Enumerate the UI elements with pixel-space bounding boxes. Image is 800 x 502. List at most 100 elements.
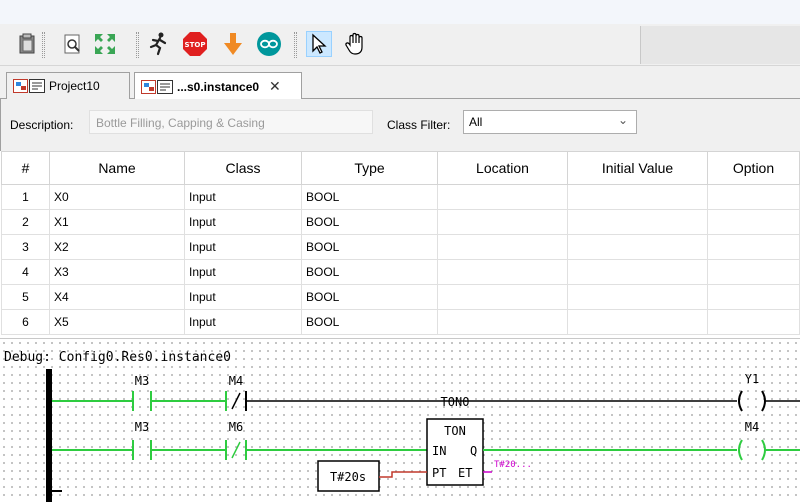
variable-class[interactable]: Input xyxy=(184,184,302,210)
toolbar-separator xyxy=(294,32,297,58)
variable-option[interactable] xyxy=(707,309,800,335)
variable-type[interactable]: BOOL xyxy=(301,184,438,210)
fullscreen-icon[interactable] xyxy=(92,31,118,57)
variable-name[interactable]: X0 xyxy=(49,184,185,210)
contact-m3-label: M3 xyxy=(135,420,149,434)
table-row[interactable]: 1 X0 Input BOOL xyxy=(1,184,800,210)
block-input-pt: PT xyxy=(432,466,446,480)
clipboard-icon[interactable] xyxy=(14,31,40,57)
variable-location[interactable] xyxy=(437,309,568,335)
table-row[interactable]: 6 X5 Input BOOL xyxy=(1,309,800,335)
row-number: 5 xyxy=(1,284,50,310)
variable-type[interactable]: BOOL xyxy=(301,234,438,260)
variable-location[interactable] xyxy=(437,209,568,235)
contact-m4-label: M4 xyxy=(229,374,243,388)
ladder-diagram[interactable]: Debug: Config0.Res0.instance0 M3 M4 TON0… xyxy=(0,338,800,502)
table-row[interactable]: 4 X3 Input BOOL xyxy=(1,259,800,285)
variable-location[interactable] xyxy=(437,259,568,285)
variable-type[interactable]: BOOL xyxy=(301,309,438,335)
download-icon[interactable] xyxy=(220,31,246,57)
contact-m3[interactable] xyxy=(132,440,152,460)
variable-option[interactable] xyxy=(707,209,800,235)
variable-initial-value[interactable] xyxy=(567,234,708,260)
column-header-initial-value[interactable]: Initial Value xyxy=(567,151,708,185)
program-icon xyxy=(141,79,173,94)
block-output-q: Q xyxy=(470,444,477,458)
arduino-icon[interactable] xyxy=(256,31,282,57)
variable-name[interactable]: X2 xyxy=(49,234,185,260)
column-header-type[interactable]: Type xyxy=(301,151,438,185)
tab-instance[interactable]: ...s0.instance0 ✕ xyxy=(134,72,302,100)
variable-location[interactable] xyxy=(437,234,568,260)
variable-initial-value[interactable] xyxy=(567,259,708,285)
contact-m6-negated[interactable] xyxy=(225,440,247,460)
timer-instance-label: TON0 xyxy=(441,395,470,409)
variable-location[interactable] xyxy=(437,284,568,310)
variable-class[interactable]: Input xyxy=(184,234,302,260)
variable-initial-value[interactable] xyxy=(567,284,708,310)
row-number: 2 xyxy=(1,209,50,235)
contact-m6-label: M6 xyxy=(229,420,243,434)
description-label: Description: xyxy=(10,118,74,132)
debug-label: Debug: Config0.Res0.instance0 xyxy=(4,350,231,365)
variable-option[interactable] xyxy=(707,184,800,210)
table-row[interactable]: 2 X1 Input BOOL xyxy=(1,209,800,235)
variable-class[interactable]: Input xyxy=(184,284,302,310)
hand-icon[interactable] xyxy=(342,31,368,57)
toolbar: STOP xyxy=(0,24,800,66)
column-header-option[interactable]: Option xyxy=(707,151,800,185)
left-power-rail xyxy=(46,369,52,502)
variable-location[interactable] xyxy=(437,184,568,210)
variable-class[interactable]: Input xyxy=(184,259,302,285)
table-row[interactable]: 5 X4 Input BOOL xyxy=(1,284,800,310)
close-icon[interactable]: ✕ xyxy=(269,78,281,95)
row-number: 6 xyxy=(1,309,50,335)
class-filter-select[interactable]: All ⌄ xyxy=(463,110,637,134)
column-header-number[interactable]: # xyxy=(1,151,50,185)
run-icon[interactable] xyxy=(146,31,172,57)
print-preview-icon[interactable] xyxy=(60,31,86,57)
coil-m4-label: M4 xyxy=(745,420,759,434)
block-type: TON xyxy=(444,424,466,438)
variable-type[interactable]: BOOL xyxy=(301,259,438,285)
row-number: 1 xyxy=(1,184,50,210)
variable-initial-value[interactable] xyxy=(567,184,708,210)
preset-value: T#20s xyxy=(330,470,366,484)
coil-y1[interactable] xyxy=(738,390,766,412)
variable-name[interactable]: X4 xyxy=(49,284,185,310)
toolbar-empty-area xyxy=(640,26,800,64)
variable-type[interactable]: BOOL xyxy=(301,284,438,310)
description-field[interactable]: Bottle Filling, Capping & Casing xyxy=(89,110,373,134)
variable-name[interactable]: X5 xyxy=(49,309,185,335)
column-header-location[interactable]: Location xyxy=(437,151,568,185)
variable-option[interactable] xyxy=(707,234,800,260)
class-filter-value: All xyxy=(469,115,483,129)
block-output-et: ET xyxy=(458,466,472,480)
stop-icon[interactable]: STOP xyxy=(182,31,208,57)
svg-text:STOP: STOP xyxy=(185,41,206,49)
table-row[interactable]: 3 X2 Input BOOL xyxy=(1,234,800,260)
variable-name[interactable]: X3 xyxy=(49,259,185,285)
tab-project[interactable]: Project10 xyxy=(6,72,130,99)
variable-type[interactable]: BOOL xyxy=(301,209,438,235)
editor-tabs: Project10 ...s0.instance0 ✕ xyxy=(0,66,800,100)
variable-initial-value[interactable] xyxy=(567,309,708,335)
variable-option[interactable] xyxy=(707,284,800,310)
tab-label: ...s0.instance0 xyxy=(177,79,260,94)
preset-wire xyxy=(379,471,427,478)
variable-name[interactable]: X1 xyxy=(49,209,185,235)
chevron-down-icon: ⌄ xyxy=(617,113,628,127)
variable-option[interactable] xyxy=(707,259,800,285)
ladder-canvas: Debug: Config0.Res0.instance0 M3 M4 TON0… xyxy=(4,350,800,502)
variable-initial-value[interactable] xyxy=(567,209,708,235)
pointer-icon[interactable] xyxy=(306,31,332,57)
variable-class[interactable]: Input xyxy=(184,209,302,235)
contact-m4-negated[interactable] xyxy=(225,391,247,411)
column-header-class[interactable]: Class xyxy=(184,151,302,185)
block-input-in: IN xyxy=(432,444,446,458)
variables-table: # Name Class Type Location Initial Value… xyxy=(1,151,800,335)
variable-class[interactable]: Input xyxy=(184,309,302,335)
coil-m4[interactable] xyxy=(738,439,766,461)
column-header-name[interactable]: Name xyxy=(49,151,185,185)
contact-m3[interactable] xyxy=(132,391,152,411)
